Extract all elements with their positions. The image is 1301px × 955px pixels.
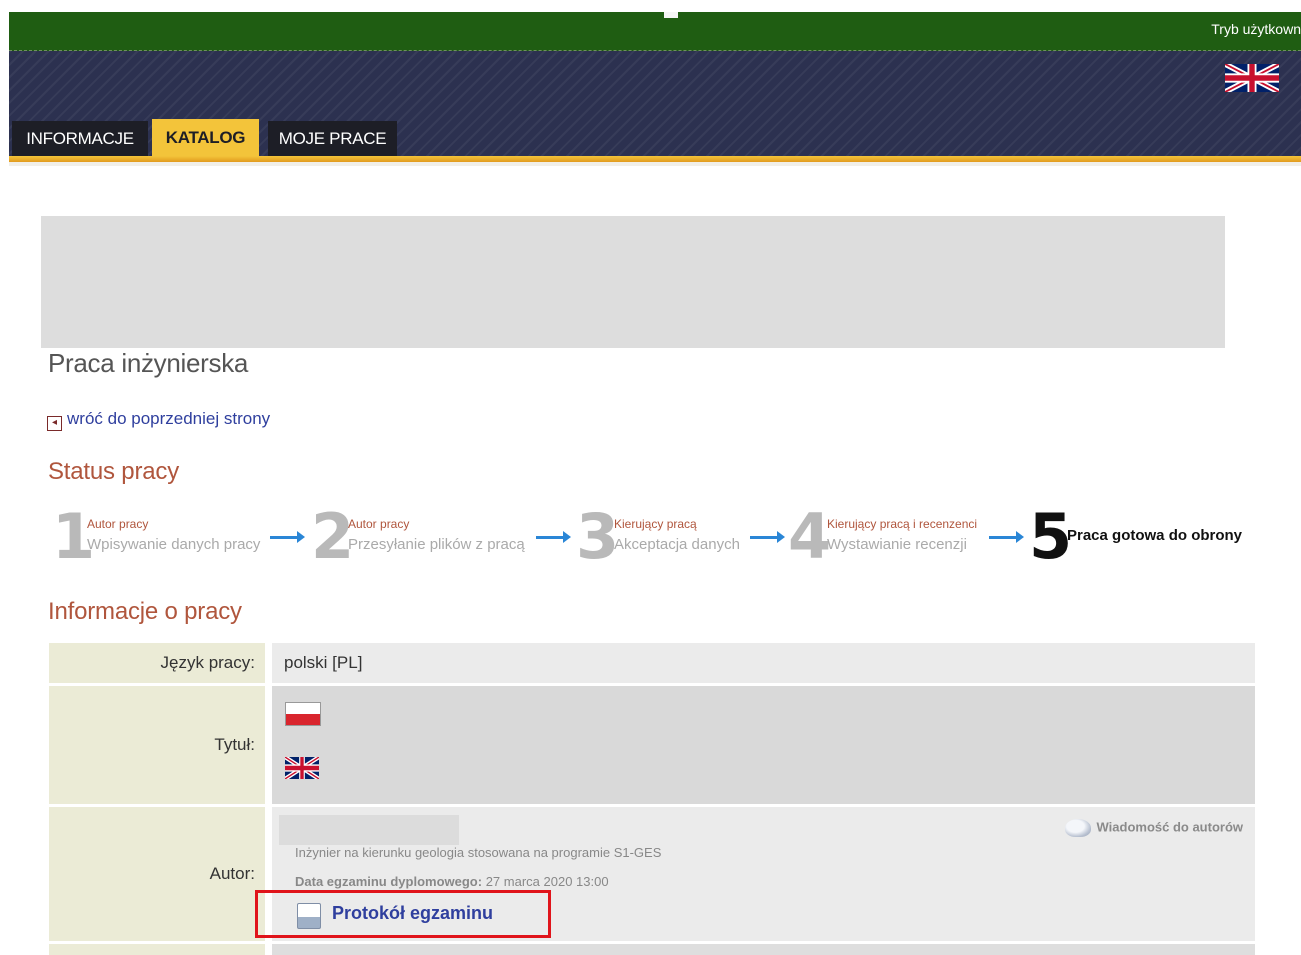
uk-flag-icon — [285, 757, 319, 779]
tab-informacje[interactable]: INFORMACJE — [12, 121, 148, 156]
back-link[interactable]: ◂ wróć do poprzedniej strony — [47, 409, 271, 431]
status-heading: Status pracy — [48, 458, 179, 485]
info-heading: Informacje o pracy — [48, 598, 242, 625]
top-bar-notch — [664, 12, 678, 18]
page-title: Praca inżynierska — [48, 348, 249, 378]
speech-bubble-icon — [1064, 819, 1091, 837]
info-row-title: Tytuł: — [49, 686, 1255, 804]
step-arrow-icon — [270, 531, 305, 543]
author-value: Wiadomość do autorów Inżynier na kierunk… — [255, 807, 1255, 941]
author-name-placeholder — [279, 815, 459, 845]
message-to-authors-link[interactable]: Wiadomość do autorów — [1064, 819, 1244, 837]
protocol-link[interactable]: Protokół egzaminu — [332, 903, 493, 924]
info-row-author: Autor: Wiadomość do autorów Inżynier na … — [49, 807, 1255, 941]
document-icon — [297, 903, 321, 929]
back-arrow-icon: ◂ — [47, 416, 62, 431]
step-actor: Autor pracy — [348, 517, 410, 531]
message-link-label: Wiadomość do autorów — [1096, 819, 1244, 835]
step-arrow-icon — [989, 531, 1024, 543]
language-label: Język pracy: — [49, 643, 265, 683]
info-row-next — [49, 944, 1255, 955]
banner-placeholder — [41, 216, 1225, 348]
step-arrow-icon — [536, 531, 571, 543]
exam-date: Data egzaminu dyplomowego: 27 marca 2020… — [295, 874, 609, 889]
author-label: Autor: — [49, 807, 265, 941]
step-number: 4 — [788, 500, 832, 573]
site-header: INFORMACJE KATALOG MOJE PRACE — [9, 51, 1301, 156]
title-label: Tytuł: — [49, 686, 265, 804]
language-value: polski [PL] — [272, 643, 1255, 683]
degree-text: Inżynier na kierunku geologia stosowana … — [295, 845, 662, 860]
step-actor: Kierujący pracą i recenzenci — [827, 517, 978, 531]
title-value — [272, 686, 1255, 804]
step-actor: Autor pracy — [87, 517, 149, 531]
header-accent-shadow — [9, 162, 1301, 166]
uk-flag-icon[interactable] — [1225, 64, 1279, 92]
step-label: Praca gotowa do obrony — [1067, 527, 1243, 544]
step-description: Wystawianie recenzji — [827, 536, 967, 553]
step-number: 5 — [1029, 500, 1073, 573]
step-description: Akceptacja danych — [614, 536, 740, 553]
step-description: Przesyłanie plików z pracą — [348, 536, 525, 553]
tab-katalog[interactable]: KATALOG — [152, 119, 259, 156]
info-row-language: Język pracy: polski [PL] — [49, 643, 1255, 683]
user-mode-label[interactable]: Tryb użytkown — [1211, 21, 1301, 37]
step-description: Wpisywanie danych pracy — [87, 536, 261, 553]
step-number: 3 — [576, 500, 620, 573]
back-link-label: wróć do poprzedniej strony — [67, 409, 271, 428]
exam-date-value: 27 marca 2020 13:00 — [485, 874, 609, 889]
exam-date-label: Data egzaminu dyplomowego: — [295, 874, 483, 889]
top-bar: Tryb użytkown — [9, 12, 1301, 51]
pl-flag-icon — [285, 702, 321, 726]
step-arrow-icon — [750, 531, 785, 543]
protocol-highlight-box: Protokół egzaminu — [255, 890, 551, 938]
tab-moje-prace[interactable]: MOJE PRACE — [268, 121, 397, 156]
step-actor: Kierujący pracą — [614, 517, 697, 531]
